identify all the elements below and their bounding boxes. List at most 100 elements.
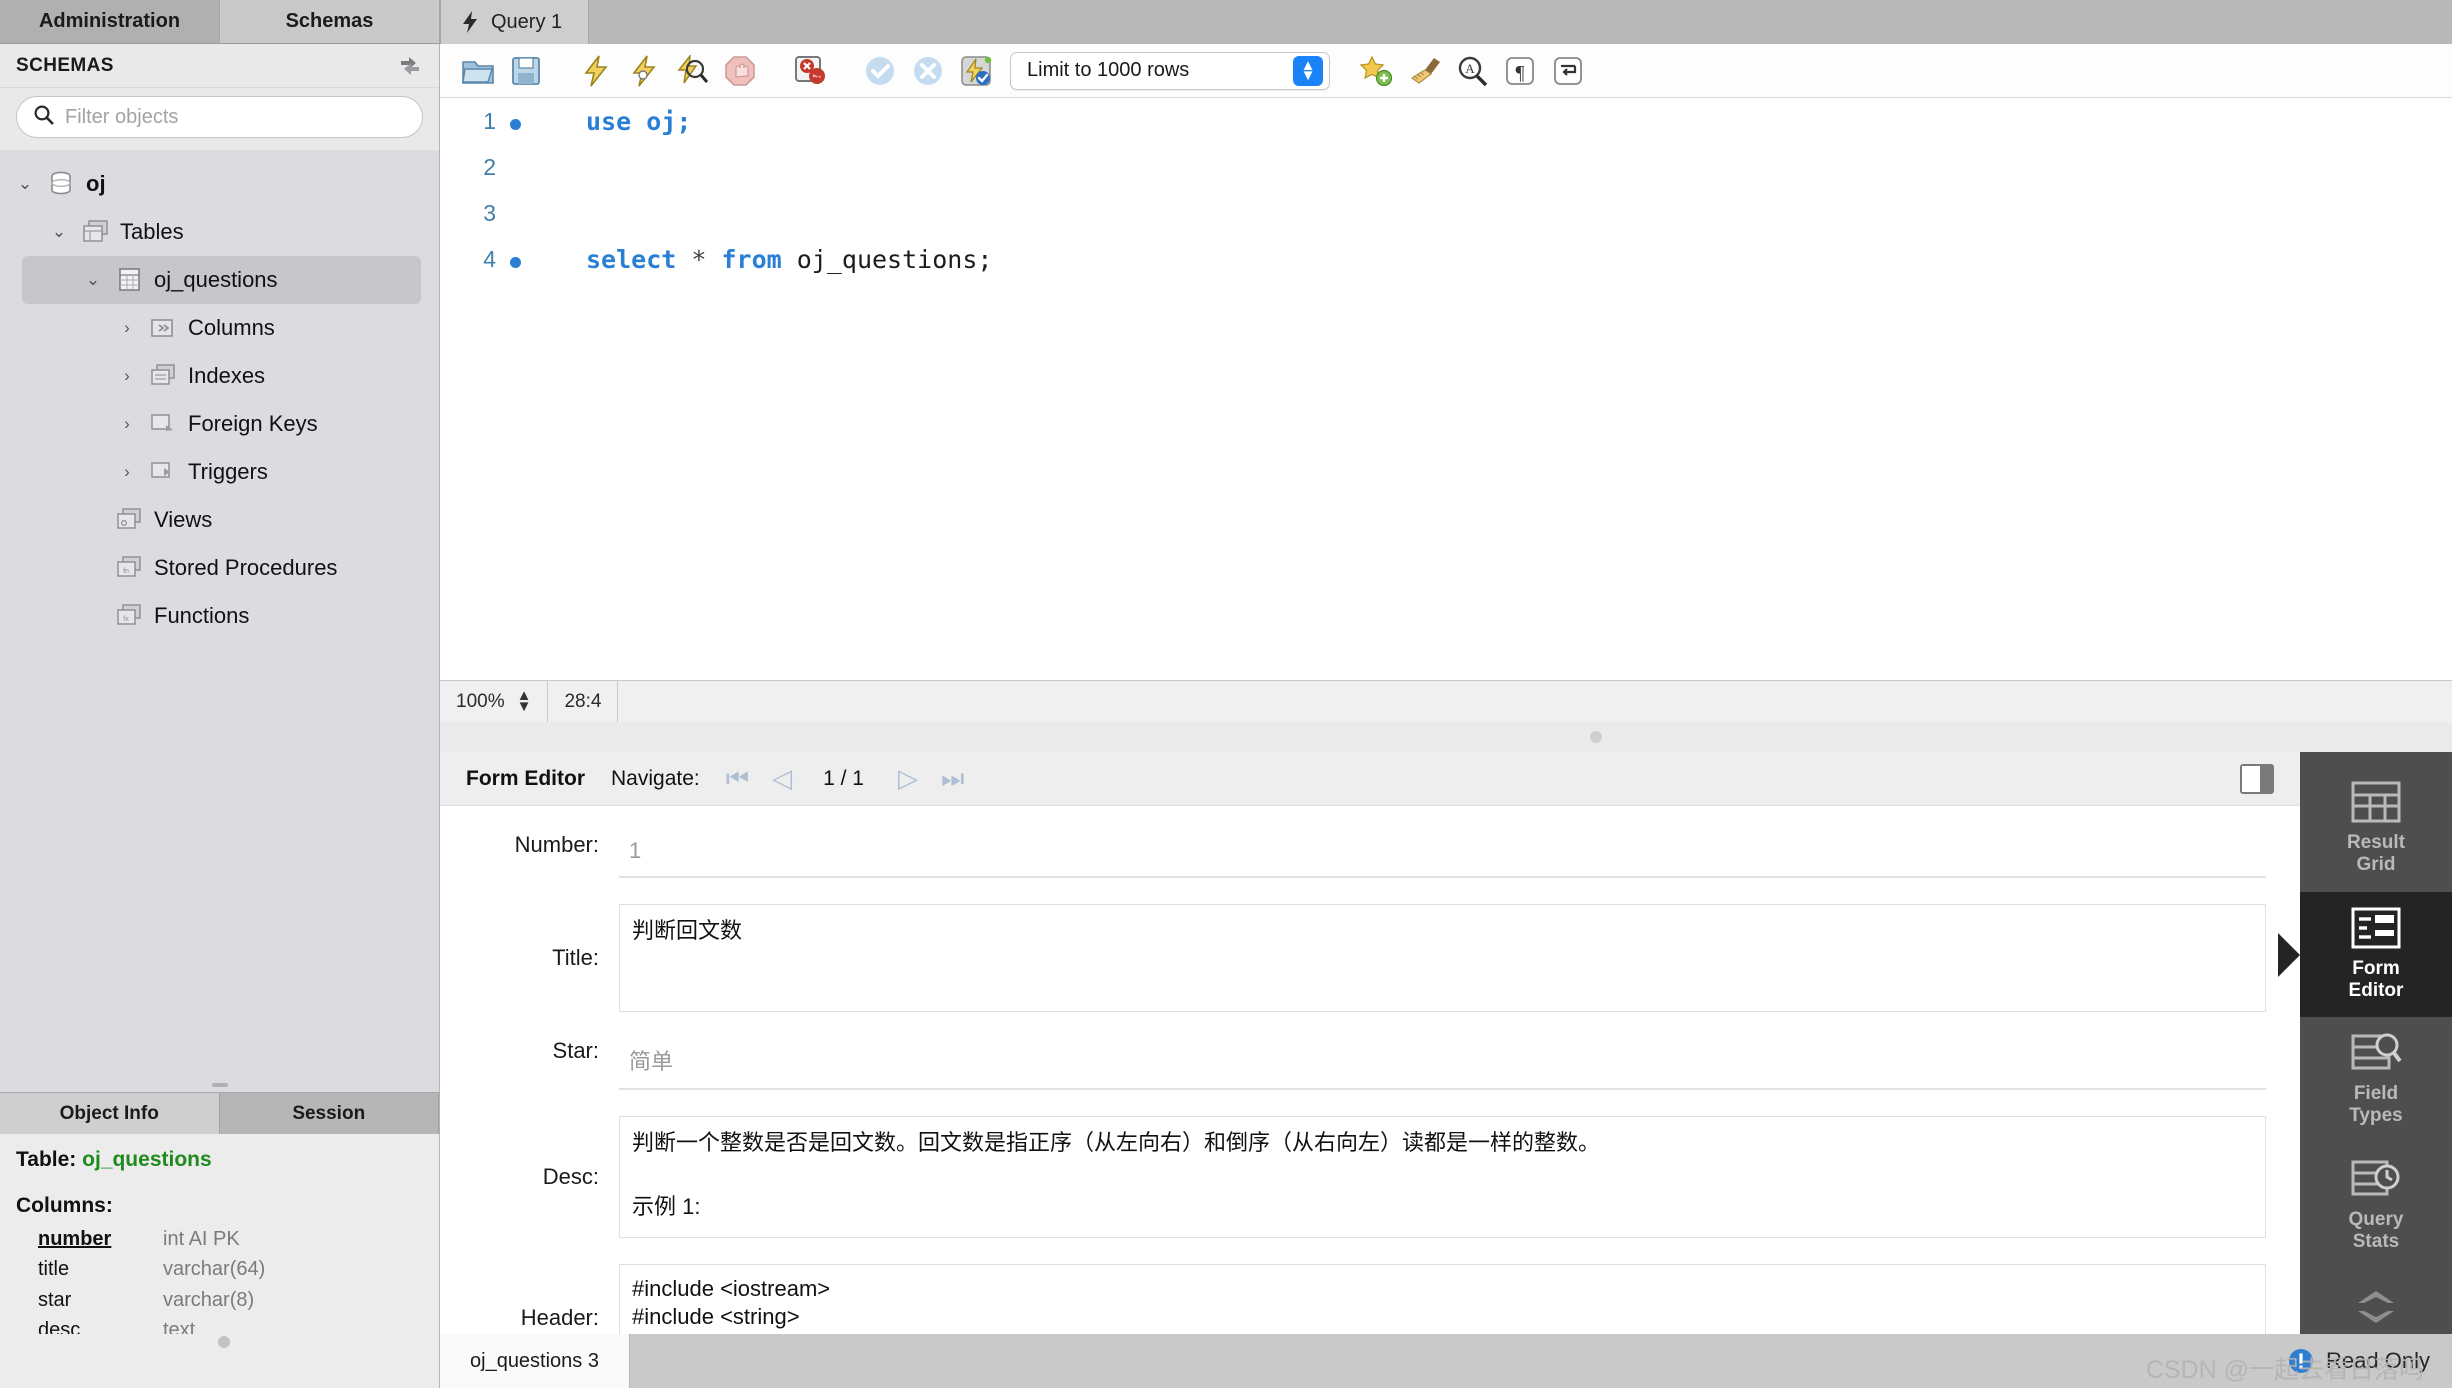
form-field-desc[interactable]: 判断一个整数是否是回文数。回文数是指正序（从左向右）和倒序（从右向左）读都是一样… [619,1116,2266,1238]
form-fields: Number: 1 Title: 判断回文数 Star: 简单 Desc: 判断一个整数是否是… [440,806,2300,1334]
form-field-title[interactable]: 判断回文数 [619,904,2266,1012]
execute-current-statement-icon[interactable] [620,48,668,94]
horizontal-splitter[interactable] [440,722,2452,752]
nav-first-button[interactable]: ⏮ [726,763,749,795]
tree-item-indexes[interactable]: › Indexes [0,352,439,400]
sql-code-editor[interactable]: 1 use oj; 2 3 4 select * from oj_questions; [440,98,2452,680]
info-icon [2288,1348,2314,1374]
form-field-star[interactable]: 简单 [619,1038,2266,1090]
svg-text:fx: fx [123,616,129,623]
column-type: varchar(64) [163,1258,266,1281]
form-field-number[interactable]: 1 [619,832,2266,878]
tree-item-tables[interactable]: ⌄ Tables [0,208,439,256]
navigate-label: Navigate: [611,766,700,790]
chevron-right-icon[interactable]: › [116,366,138,386]
top-tab-strip: Administration Schemas Query 1 [0,0,2452,44]
search-input[interactable] [65,105,406,129]
sidebar-splitter[interactable] [0,1078,439,1092]
autocommit-icon[interactable] [952,48,1000,94]
code-line[interactable]: 1 use oj; [440,98,2452,144]
form-field-header[interactable]: #include <iostream> #include <string> #i… [619,1264,2266,1334]
tree-item-label: Columns [188,315,275,340]
nav-prev-button[interactable]: ◁ [772,763,792,794]
tree-item-label: Views [154,507,213,532]
tab-administration[interactable]: Administration [0,0,220,43]
explain-query-icon[interactable] [668,48,716,94]
chevron-down-icon[interactable]: ⌄ [82,270,104,290]
tab-object-info-label: Object Info [59,1102,159,1124]
read-only-status: Read Only [2266,1334,2452,1388]
nav-last-button[interactable]: ⏭ [941,763,964,795]
filter-objects-box[interactable] [16,96,423,138]
toggle-invisible-chars-icon[interactable]: ¶ [1496,48,1544,94]
nav-next-button[interactable]: ▷ [898,763,918,794]
find-icon[interactable]: A [1448,48,1496,94]
commit-icon[interactable] [856,48,904,94]
stop-on-error-icon[interactable] [786,48,834,94]
code-line[interactable]: 2 [440,144,2452,190]
zoom-stepper-icon[interactable]: ▲ ▼ [517,688,532,713]
statement-marker-icon [496,245,534,274]
save-script-icon[interactable] [502,48,550,94]
result-set-tab[interactable]: oj_questions 3 [440,1334,630,1388]
tree-item-columns[interactable]: › Columns [0,304,439,352]
tree-item-label: Triggers [188,459,268,484]
table-icon [114,267,144,293]
rail-tab-field-types[interactable]: Field Types [2300,1017,2452,1143]
tree-item-oj[interactable]: ⌄ oj [0,160,439,208]
chevron-right-icon[interactable]: › [116,462,138,482]
stop-execution-icon[interactable] [716,48,764,94]
tree-item-views[interactable]: Views [0,496,439,544]
tree-item-label: Indexes [188,363,266,388]
open-sql-script-icon[interactable] [454,48,502,94]
object-info-tabs: Object Info Session [0,1092,439,1134]
chevron-down-icon[interactable]: ⌄ [48,222,70,242]
limit-rows-select[interactable]: Limit to 1000 rows ▲ ▼ [1010,51,1330,90]
execute-statement-icon[interactable] [572,48,620,94]
bottom-filler [629,1334,2267,1388]
beautify-sql-icon[interactable] [1400,48,1448,94]
chevron-down-icon[interactable]: ⌄ [14,174,36,194]
toggle-wrapping-icon[interactable] [1544,48,1592,94]
rail-tab-form-editor[interactable]: Form Editor [2300,891,2452,1018]
line-number: 1 [483,107,496,134]
column-type: text [163,1319,196,1334]
query-tab-container: Query 1 [440,0,590,44]
rollback-icon[interactable] [904,48,952,94]
rail-tab-query-stats-label: Query Stats [2348,1209,2404,1252]
schemas-title: SCHEMAS [16,54,114,76]
tree-item-oj-questions[interactable]: ⌄ oj_questions [22,256,421,304]
tree-item-triggers[interactable]: › Triggers [0,448,439,496]
object-info-column-row: desc text [16,1315,423,1334]
tab-query-1-label: Query 1 [491,10,563,33]
tree-item-label: oj_questions [154,267,278,292]
rail-tab-query-stats[interactable]: Query Stats [2300,1143,2452,1269]
tree-item-foreign-keys[interactable]: › Foreign Keys [0,400,439,448]
tab-schemas[interactable]: Schemas [220,0,440,43]
code-line[interactable]: 3 [440,190,2452,236]
tree-item-functions[interactable]: fx Functions [0,592,439,640]
form-row-star: Star: 简单 [474,1038,2266,1090]
code-line[interactable]: 4 select * from oj_questions; [440,236,2452,282]
form-label-title: Title: [552,945,599,970]
add-snippet-icon[interactable] [1352,48,1400,94]
tree-item-stored-procedures[interactable]: fn Stored Procedures [0,544,439,592]
rail-tab-result-grid[interactable]: Result Grid [2300,766,2452,892]
object-info-table-name: oj_questions [82,1148,212,1171]
form-label-number: Number: [514,832,599,857]
result-grid-icon [2350,780,2402,824]
object-info-table-line: Table: oj_questions [16,1148,423,1172]
toggle-side-panel-icon[interactable] [2240,763,2274,794]
object-info-table-label: Table: [16,1148,77,1171]
tab-query-1[interactable]: Query 1 [440,0,590,44]
svg-text:A: A [1465,61,1475,76]
chevron-updown-icon[interactable]: ▲ ▼ [1293,55,1323,86]
tab-object-info[interactable]: Object Info [0,1093,220,1134]
refresh-icon[interactable] [397,53,423,79]
zoom-control[interactable]: 100% ▲ ▼ [440,681,549,722]
main-split: SCHEMAS ⌄oj⌄Tables⌄oj_questions›Columns›… [0,44,2452,1334]
chevron-right-icon[interactable]: › [116,318,138,338]
triggers-icon [148,459,178,485]
chevron-right-icon[interactable]: › [116,414,138,434]
tab-session[interactable]: Session [219,1093,439,1134]
